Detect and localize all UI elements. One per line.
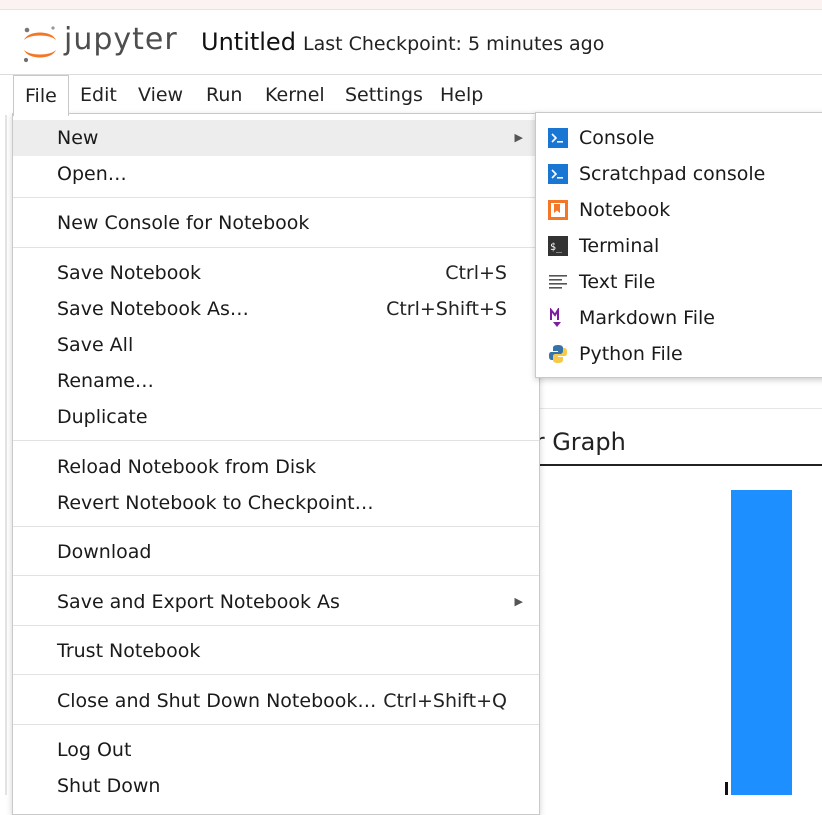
menu-item-label: Rename… [57,370,154,392]
menu-bar: File Edit View Run Kernel Settings Help [0,74,822,116]
menu-settings[interactable]: Settings [334,75,434,113]
new-scratchpad-console[interactable]: Scratchpad console [536,156,822,192]
file-menu-rename[interactable]: Rename… [13,363,539,399]
submenu-item-label: Terminal [579,235,660,257]
menu-item-label: Save Notebook [57,262,201,284]
shortcut-label: Ctrl+S [445,262,507,284]
file-menu-logout[interactable]: Log Out [13,732,539,768]
last-checkpoint: Last Checkpoint: 5 minutes ago [303,33,605,55]
menu-view[interactable]: View [127,75,194,113]
menu-item-label: Open… [57,163,127,185]
file-menu-new-console[interactable]: New Console for Notebook [13,205,539,241]
menu-item-label: Save Notebook As… [57,298,249,320]
submenu-item-label: Notebook [579,199,671,221]
menu-separator [13,625,539,626]
new-console[interactable]: Console [536,120,822,156]
menu-item-label: Download [57,541,152,563]
markdown-icon [550,308,561,327]
header: jupyter Untitled Last Checkpoint: 5 minu… [0,10,822,73]
menu-item-label: Save All [57,334,134,356]
jupyter-wordmark: jupyter [64,22,178,57]
jupyter-logo-icon[interactable] [20,24,60,64]
file-menu-download[interactable]: Download [13,534,539,570]
menu-item-label: Shut Down [57,775,161,797]
file-menu-open[interactable]: Open… [13,156,539,192]
menu-item-label: Close and Shut Down Notebook… [57,690,377,712]
submenu-item-label: Text File [579,271,656,293]
console-icon [548,128,568,148]
menu-separator [13,674,539,675]
file-menu-close-shutdown[interactable]: Close and Shut Down Notebook… Ctrl+Shift… [13,683,539,719]
menu-item-label: Reload Notebook from Disk [57,456,317,478]
new-terminal[interactable]: $_ Terminal [536,228,822,264]
menu-separator [13,440,539,441]
file-menu-dropdown: New ▶ Open… New Console for Notebook Sav… [12,113,540,815]
new-notebook[interactable]: Notebook [536,192,822,228]
file-menu-shutdown[interactable]: Shut Down [13,768,539,804]
file-menu-reload[interactable]: Reload Notebook from Disk [13,449,539,485]
menu-item-label: Duplicate [57,406,148,428]
menu-item-label: New Console for Notebook [57,212,310,234]
svg-text:$_: $_ [550,242,563,253]
menu-edit[interactable]: Edit [69,75,128,113]
python-icon [549,345,567,363]
cell-separator [540,408,822,409]
new-submenu: Console Scratchpad console Notebook $_ T… [535,112,822,378]
text-file-icon [549,275,567,289]
menu-separator [13,575,539,576]
submenu-arrow-icon: ▶ [514,131,523,144]
file-menu-trust[interactable]: Trust Notebook [13,633,539,669]
notebook-left-border [5,115,7,795]
menu-kernel[interactable]: Kernel [254,75,336,113]
submenu-item-label: Scratchpad console [579,163,766,185]
submenu-item-label: Python File [579,343,683,365]
menu-item-label: Save and Export Notebook As [57,591,340,613]
new-python-file[interactable]: Python File [536,336,822,372]
submenu-arrow-icon: ▶ [514,595,523,608]
menu-item-label: Revert Notebook to Checkpoint… [57,492,374,514]
submenu-item-label: Markdown File [579,307,715,329]
terminal-icon: $_ [548,236,568,256]
menu-file[interactable]: File [13,75,69,116]
menu-run[interactable]: Run [195,75,253,113]
new-markdown-file[interactable]: Markdown File [536,300,822,336]
notebook-icon [548,200,568,220]
file-menu-save[interactable]: Save Notebook Ctrl+S [13,255,539,291]
file-menu-new[interactable]: New ▶ [13,120,539,156]
shortcut-label: Ctrl+Shift+S [386,298,507,320]
menu-help[interactable]: Help [429,75,494,113]
notebook-title[interactable]: Untitled [201,28,296,56]
file-menu-save-all[interactable]: Save All [13,327,539,363]
menu-separator [13,197,539,198]
file-menu-revert[interactable]: Revert Notebook to Checkpoint… [13,485,539,521]
menu-separator [13,247,539,248]
submenu-item-label: Console [579,127,655,149]
menu-item-label: New [57,127,99,149]
menu-separator [13,724,539,725]
menu-item-label: Trust Notebook [57,640,201,662]
file-menu-save-as[interactable]: Save Notebook As… Ctrl+Shift+S [13,291,539,327]
new-text-file[interactable]: Text File [536,264,822,300]
chart-tick [725,782,728,795]
menu-separator [13,526,539,527]
chart-top-rule [540,464,822,466]
file-menu-duplicate[interactable]: Duplicate [13,399,539,435]
shortcut-label: Ctrl+Shift+Q [383,690,507,712]
chart-bar [731,490,792,795]
top-strip [0,0,822,10]
menu-item-label: Log Out [57,739,132,761]
file-menu-export[interactable]: Save and Export Notebook As ▶ [13,584,539,620]
console-icon [548,164,568,184]
